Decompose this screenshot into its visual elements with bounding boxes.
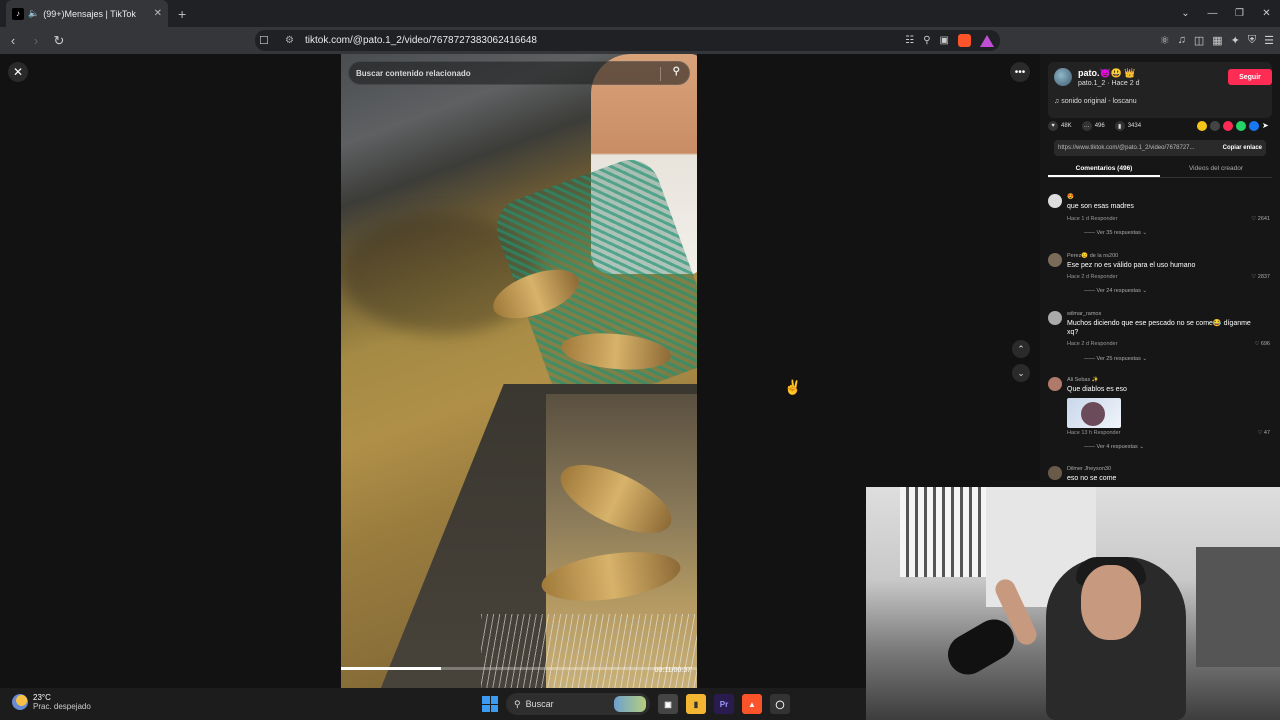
comment-tabs: Comentarios (496) Videos del creador — [1048, 162, 1272, 178]
site-info-icon[interactable]: ⚙ — [285, 35, 294, 46]
video-time: 00:11/00:37 — [654, 667, 691, 674]
minimize-icon[interactable]: — — [1199, 0, 1226, 27]
music-label[interactable]: ♫ sonido original - loscanu — [1054, 98, 1137, 105]
cast-icon[interactable]: ▣ — [940, 35, 949, 46]
heart-icon: ♥ — [1048, 121, 1058, 131]
taskbar-apps: ⚲ Buscar ▣ ▮ Pr ▲ ◯ — [482, 693, 790, 715]
browser-tabbar: ♪ 🔈 (99+)Mensajes | TikTok ✕ + ⌄ — ❐ ✕ — [0, 0, 1280, 27]
tiktok-icon: ♪ — [12, 7, 24, 20]
premiere-icon[interactable]: Pr — [714, 694, 734, 714]
zoom-icon[interactable]: ⚲ — [923, 35, 930, 46]
mouse-cursor-icon: ✌ — [784, 379, 802, 395]
weather-widget[interactable]: 23°C Prac. despejado — [12, 693, 91, 711]
tab-comments[interactable]: Comentarios (496) — [1048, 162, 1160, 177]
copy-link-button[interactable]: Copiar enlace — [1223, 145, 1262, 151]
comment-gif[interactable] — [1067, 398, 1121, 428]
menu-icon[interactable]: ☰ — [1264, 34, 1274, 47]
coin-icon[interactable] — [1197, 121, 1207, 131]
avatar[interactable] — [1048, 466, 1062, 480]
restore-icon[interactable]: ❐ — [1226, 0, 1253, 27]
vpn-icon[interactable]: ⛨ — [1248, 34, 1256, 47]
bookmark-icon[interactable]: ☐ — [259, 34, 269, 47]
extensions-icon[interactable]: ⚛ — [1160, 34, 1170, 47]
video-player[interactable]: Buscar contenido relacionado ⚲ 00:11/00:… — [341, 54, 697, 688]
task-view-icon[interactable]: ▣ — [658, 694, 678, 714]
send-icon[interactable] — [1223, 121, 1233, 131]
related-search-input[interactable]: Buscar contenido relacionado ⚲ — [348, 61, 690, 85]
share-arrow-icon[interactable]: ➤ — [1262, 121, 1272, 131]
search-icon[interactable]: ⚲ — [673, 66, 680, 77]
follow-button[interactable]: Seguir — [1228, 69, 1272, 85]
close-tab-icon[interactable]: ✕ — [154, 8, 162, 19]
copy-link-row: https://www.tiktok.com/@pato.1_2/video/7… — [1054, 140, 1266, 156]
close-viewer-button[interactable]: ✕ — [8, 62, 28, 82]
video-progress-bar[interactable] — [341, 667, 697, 670]
tab-title: (99+)Mensajes | TikTok — [43, 8, 136, 19]
webcam-overlay — [866, 487, 1280, 720]
leo-icon[interactable]: ✦ — [1231, 34, 1240, 47]
avatar[interactable] — [1048, 311, 1062, 325]
taskbar-search[interactable]: ⚲ Buscar — [506, 693, 650, 715]
comment-icon: … — [1081, 121, 1092, 131]
browser-toolbar: ‹ › ↻ ☐ ⚙ tiktok.com/@pato.1_2/video/767… — [0, 27, 1280, 54]
comment-stat[interactable]: … 496 — [1081, 121, 1105, 131]
toolbar-extensions: ⚛ ♫ ◫ ▦ ✦ ⛨ ☰ — [1160, 34, 1274, 47]
save-stat[interactable]: ▮ 3434 — [1114, 121, 1141, 131]
close-window-icon[interactable]: ✕ — [1253, 0, 1280, 27]
file-explorer-icon[interactable]: ▮ — [686, 694, 706, 714]
media-icon[interactable]: ♫ — [1178, 34, 1186, 47]
forward-icon[interactable]: › — [26, 31, 46, 51]
wallet-icon[interactable]: ▦ — [1212, 34, 1222, 47]
avatar[interactable] — [1048, 194, 1062, 208]
avatar[interactable] — [1048, 377, 1062, 391]
tab-search-icon[interactable]: ⌄ — [1172, 0, 1199, 27]
embed-icon[interactable] — [1210, 121, 1220, 131]
next-video-button[interactable]: ⌄ — [1012, 364, 1030, 382]
omnibox-icons: ☷ ⚲ ▣ — [905, 34, 994, 47]
search-icon: ⚲ — [514, 698, 526, 709]
avatar[interactable] — [1054, 68, 1072, 86]
sidebar-icon[interactable]: ◫ — [1194, 34, 1204, 47]
previous-video-button[interactable]: ⌃ — [1012, 340, 1030, 358]
share-icons: ➤ — [1197, 121, 1272, 131]
tab-creator-videos[interactable]: Videos del creador — [1160, 162, 1272, 177]
window-controls: ⌄ — ❐ ✕ — [1172, 0, 1280, 27]
author-card: pato.😈😃 👑 pato.1_2 · Hace 2 d Seguir ♫ s… — [1048, 62, 1272, 118]
reload-icon[interactable]: ↻ — [49, 31, 69, 51]
new-tab-button[interactable]: + — [178, 6, 186, 22]
brave-rewards-icon[interactable] — [980, 34, 994, 47]
brave-icon[interactable]: ▲ — [742, 694, 762, 714]
weather-icon — [12, 694, 28, 710]
address-bar[interactable]: ☐ ⚙ tiktok.com/@pato.1_2/video/767872738… — [255, 30, 1000, 51]
app-icon[interactable]: ◯ — [770, 694, 790, 714]
author-username[interactable]: pato.😈😃 👑 — [1078, 68, 1136, 79]
url-text[interactable]: tiktok.com/@pato.1_2/video/7678727383062… — [305, 35, 537, 46]
speaker-icon[interactable]: 🔈 — [28, 8, 39, 19]
windows-start-icon[interactable] — [482, 696, 498, 712]
facebook-icon[interactable] — [1249, 121, 1259, 131]
bookmark-icon: ▮ — [1114, 121, 1125, 131]
video-link: https://www.tiktok.com/@pato.1_2/video/7… — [1058, 145, 1195, 151]
taskbar: 23°C Prac. despejado ⚲ Buscar ▣ ▮ Pr ▲ ◯ — [0, 688, 866, 720]
back-icon[interactable]: ‹ — [3, 31, 23, 51]
stats-row: ♥ 48K … 496 ▮ 3434 ➤ — [1048, 118, 1272, 134]
author-subline: pato.1_2 · Hace 2 d — [1078, 80, 1140, 87]
browser-tab[interactable]: ♪ 🔈 (99+)Mensajes | TikTok ✕ — [6, 0, 168, 27]
more-options-icon[interactable]: ••• — [1010, 62, 1030, 82]
like-stat[interactable]: ♥ 48K — [1048, 121, 1072, 131]
brave-shield-icon[interactable] — [958, 34, 971, 47]
translate-icon[interactable]: ☷ — [905, 35, 914, 46]
whatsapp-icon[interactable] — [1236, 121, 1246, 131]
video-progress-fill — [341, 667, 441, 670]
avatar[interactable] — [1048, 253, 1062, 267]
